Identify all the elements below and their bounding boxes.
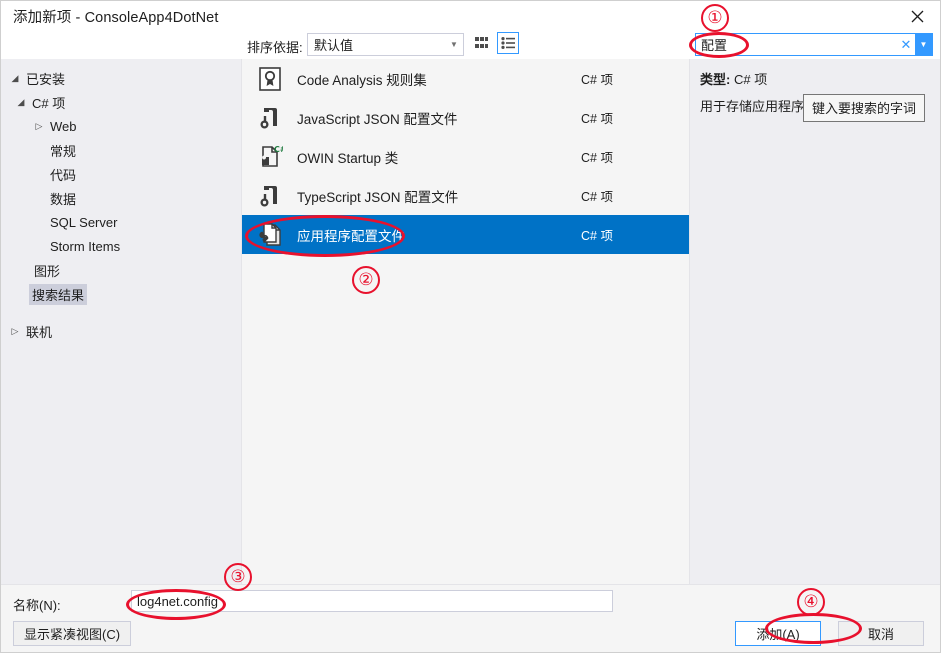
tree-item-general[interactable]: 常规	[1, 138, 241, 162]
tree-item-label: C# 项	[32, 95, 66, 111]
view-mode-buttons	[471, 32, 519, 54]
tree-item-csharp[interactable]: ◢ C# 项	[1, 90, 241, 114]
list-item-kind: C# 项	[581, 229, 613, 243]
expanded-triangle-icon[interactable]: ◢	[13, 97, 29, 107]
tree-root-label: 已安装	[26, 71, 66, 87]
detail-type-row: 类型: C# 项	[700, 69, 928, 88]
collapsed-triangle-icon[interactable]: ▷	[31, 121, 47, 131]
close-button[interactable]	[894, 1, 940, 31]
dialog-footer: 名称(N): 显示紧凑视图(C) 添加(A) 取消	[1, 584, 940, 652]
sort-by-label: 排序依据:	[247, 40, 303, 55]
list-item[interactable]: TypeScript JSON 配置文件 C# 项	[242, 176, 689, 215]
tree-item-label: 搜索结果	[29, 283, 88, 305]
list-item[interactable]: Code Analysis 规则集 C# 项	[242, 59, 689, 98]
svg-text:C#: C#	[274, 145, 283, 154]
list-item-name: OWIN Startup 类	[297, 150, 399, 166]
name-label: 名称(N):	[13, 598, 61, 613]
list-item-name: TypeScript JSON 配置文件	[297, 189, 459, 205]
add-button[interactable]: 添加(A)	[735, 621, 821, 646]
list-item-kind: C# 项	[581, 73, 613, 87]
search-input[interactable]	[696, 33, 897, 56]
tree-item-storm-items[interactable]: Storm Items	[1, 234, 241, 258]
show-compact-view-button[interactable]: 显示紧凑视图(C)	[13, 621, 132, 646]
tree-item-label: 数据	[50, 191, 77, 207]
json-file-icon	[252, 105, 288, 131]
cancel-button[interactable]: 取消	[838, 621, 924, 646]
tree-root-installed[interactable]: ◢ 已安装	[1, 66, 241, 90]
search-dropdown-button[interactable]: ▼	[915, 34, 932, 55]
list-item-name: 应用程序配置文件	[297, 228, 405, 244]
list-item-name: JavaScript JSON 配置文件	[297, 111, 458, 127]
tree-item-label: Storm Items	[50, 238, 121, 254]
tree-item-web[interactable]: ▷ Web	[1, 114, 241, 138]
sort-by-value: 默认值	[314, 38, 354, 53]
list-view-button[interactable]	[497, 32, 519, 54]
list-item-name: Code Analysis 规则集	[297, 72, 427, 88]
grid-view-button[interactable]	[471, 32, 493, 54]
tree-item-code[interactable]: 代码	[1, 162, 241, 186]
details-panel: 类型: C# 项 用于存储应用程序配置和设置值的文件 键入要搜索的字词	[690, 59, 940, 584]
ruleset-icon	[252, 66, 288, 92]
expanded-triangle-icon[interactable]: ◢	[7, 73, 23, 83]
list-item-selected[interactable]: 应用程序配置文件 C# 项	[242, 215, 689, 254]
toolbar: 排序依据: 默认值 ▼ 配置 ✕ ▼	[1, 31, 940, 59]
tree-item-label: 常规	[50, 143, 77, 159]
tree-item-search-results[interactable]: 搜索结果	[1, 282, 241, 306]
list-item[interactable]: JavaScript JSON 配置文件 C# 项	[242, 98, 689, 137]
sort-by-dropdown[interactable]: 默认值 ▼	[307, 33, 464, 56]
list-item[interactable]: C# OWIN Startup 类 C# 项	[242, 137, 689, 176]
template-list[interactable]: Code Analysis 规则集 C# 项 JavaScript JSON 配…	[241, 59, 690, 584]
tree-item-label: SQL Server	[50, 214, 118, 230]
tree-item-label: 图形	[34, 263, 61, 279]
dialog-title: 添加新项 - ConsoleApp4DotNet	[13, 9, 219, 26]
detail-type-label: 类型:	[700, 72, 731, 87]
add-new-item-dialog: 添加新项 - ConsoleApp4DotNet 排序依据: 默认值 ▼ 配置 …	[0, 0, 941, 653]
clear-icon[interactable]: ✕	[897, 38, 915, 51]
search-tooltip: 键入要搜索的字词	[803, 94, 926, 122]
list-view-icon	[501, 37, 515, 49]
owin-class-icon: C#	[252, 144, 288, 170]
dialog-body: ◢ 已安装 ◢ C# 项 ▷ Web 常规 代码 数据 SQL Server S…	[1, 59, 940, 584]
list-item-kind: C# 项	[581, 151, 613, 165]
detail-type-value: C# 项	[733, 72, 768, 87]
name-input[interactable]	[131, 590, 613, 612]
tree-item-sql-server[interactable]: SQL Server	[1, 210, 241, 234]
tree-item-label: Web	[50, 118, 77, 134]
json-file-icon	[252, 183, 288, 209]
search-box[interactable]: ✕ ▼	[695, 33, 933, 56]
tree-item-online[interactable]: ▷ 联机	[1, 319, 241, 343]
list-item-kind: C# 项	[581, 190, 613, 204]
close-icon	[911, 10, 923, 22]
tree-item-graphics[interactable]: 图形	[1, 258, 241, 282]
list-item-kind: C# 项	[581, 112, 613, 126]
chevron-down-icon: ▼	[450, 39, 458, 49]
grid-view-icon	[475, 37, 488, 48]
app-config-icon	[252, 221, 288, 249]
tree-item-label: 代码	[50, 167, 77, 183]
collapsed-triangle-icon[interactable]: ▷	[7, 326, 23, 336]
tree-item-label: 联机	[26, 324, 53, 340]
tree-item-data[interactable]: 数据	[1, 186, 241, 210]
category-tree: ◢ 已安装 ◢ C# 项 ▷ Web 常规 代码 数据 SQL Server S…	[1, 59, 241, 584]
title-bar: 添加新项 - ConsoleApp4DotNet	[1, 1, 940, 31]
